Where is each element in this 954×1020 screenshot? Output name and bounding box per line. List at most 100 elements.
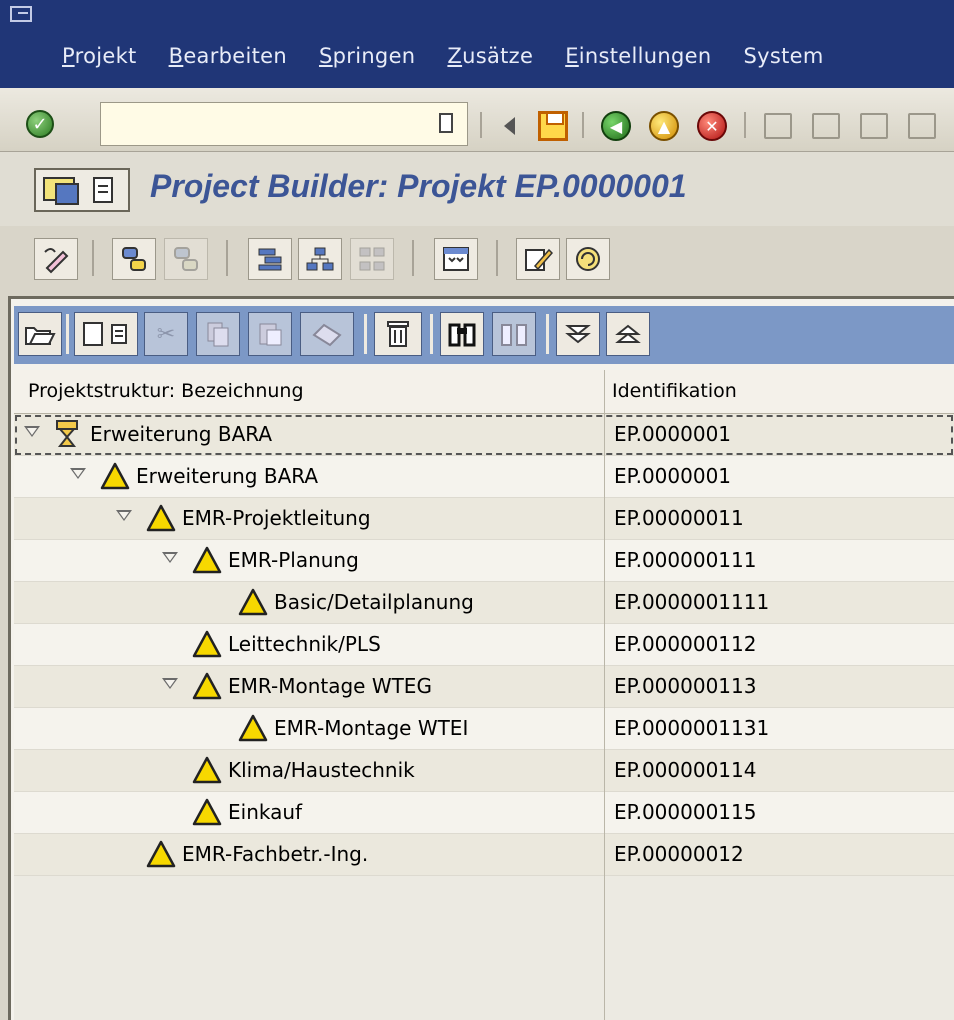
- tree-row-label[interactable]: Einkauf: [228, 800, 302, 824]
- warning-icon: [192, 546, 222, 574]
- tree-row-label[interactable]: EMR-Montage WTEG: [228, 674, 432, 698]
- copy-icon: [207, 322, 229, 347]
- toolbar-separator: [412, 240, 414, 276]
- command-field[interactable]: [100, 102, 468, 146]
- warning-icon: [192, 756, 222, 784]
- tree-row-label[interactable]: Erweiterung BARA: [90, 422, 272, 446]
- expand-toggle-icon[interactable]: [24, 426, 40, 437]
- delete-icon: [387, 321, 409, 347]
- tree-row-label[interactable]: Erweiterung BARA: [136, 464, 318, 488]
- enter-button[interactable]: ✓: [18, 104, 62, 144]
- delete-button[interactable]: [374, 312, 422, 356]
- find-button[interactable]: [806, 108, 846, 144]
- screen-menu-icon: [43, 177, 113, 205]
- cut-icon: ✂: [156, 321, 176, 347]
- tree-row-identification: EP.000000113: [614, 674, 757, 698]
- table-header: Projektstruktur: Bezeichnung Identifikat…: [14, 370, 954, 414]
- new-button[interactable]: [74, 312, 138, 356]
- exit-icon: ▲: [649, 111, 679, 141]
- back-button[interactable]: ◀: [596, 108, 636, 144]
- edit-button[interactable]: [516, 238, 560, 280]
- change-display-button[interactable]: [34, 238, 78, 280]
- tree-row-label[interactable]: Klima/Haustechnik: [228, 758, 415, 782]
- warning-icon: [192, 630, 222, 658]
- command-history-icon[interactable]: [439, 113, 453, 133]
- print-icon: [764, 113, 792, 139]
- find-next-button[interactable]: [854, 108, 894, 144]
- menu-item-bearbeiten[interactable]: Bearbeiten: [169, 44, 287, 68]
- find-button[interactable]: [440, 312, 484, 356]
- edit-icon: [525, 248, 553, 271]
- find-next-button[interactable]: [492, 312, 536, 356]
- menu-item-einstellungen[interactable]: Einstellungen: [565, 44, 711, 68]
- collapse-icon: [615, 324, 641, 343]
- toolbar-separator: [364, 314, 367, 354]
- menu-item-zusaetze[interactable]: Zusätze: [447, 44, 533, 68]
- warning-icon: [146, 840, 176, 868]
- refresh-button[interactable]: [566, 238, 610, 280]
- tree-row-label[interactable]: EMR-Planung: [228, 548, 359, 572]
- tree-row[interactable]: Basic/Detailplanung EP.0000001111: [14, 582, 954, 624]
- page-title: Project Builder: Projekt EP.0000001: [150, 168, 687, 204]
- tree-row[interactable]: EMR-Projektleitung EP.00000011: [14, 498, 954, 540]
- column-header-identification[interactable]: Identifikation: [612, 380, 737, 402]
- tree-row-identification: EP.000000115: [614, 800, 757, 824]
- expand-toggle-icon[interactable]: [162, 552, 178, 563]
- worklist-icon: [122, 247, 146, 271]
- tree-row-label[interactable]: Basic/Detailplanung: [274, 590, 474, 614]
- change-display-icon: [44, 248, 69, 274]
- exit-button[interactable]: ▲: [644, 108, 684, 144]
- first-page-button[interactable]: [902, 108, 942, 144]
- undo-icon: [312, 323, 342, 347]
- toolbar-separator: [66, 314, 69, 354]
- expand-toggle-icon[interactable]: [116, 510, 132, 521]
- tree-row-label[interactable]: EMR-Montage WTEI: [274, 716, 468, 740]
- tree-row[interactable]: EMR-Montage WTEG EP.000000113: [14, 666, 954, 708]
- tree-row-label[interactable]: EMR-Projektleitung: [182, 506, 371, 530]
- expand-toggle-icon[interactable]: [70, 468, 86, 479]
- templates-button[interactable]: [164, 238, 208, 280]
- hierarchy-button[interactable]: [298, 238, 342, 280]
- system-menu-icon[interactable]: [10, 6, 32, 22]
- save-button[interactable]: [534, 108, 572, 144]
- back-triangle-icon: [503, 117, 515, 135]
- copy-button[interactable]: [196, 312, 240, 356]
- tree-row[interactable]: Erweiterung BARA EP.0000001: [14, 414, 954, 456]
- tree-row[interactable]: EMR-Montage WTEI EP.0000001131: [14, 708, 954, 750]
- tree-row[interactable]: Erweiterung BARA EP.0000001: [14, 456, 954, 498]
- print-button[interactable]: [758, 108, 798, 144]
- structure-button[interactable]: [248, 238, 292, 280]
- tree-row[interactable]: EMR-Planung EP.000000111: [14, 540, 954, 582]
- cancel-button[interactable]: ✕: [692, 108, 732, 144]
- worklist-button[interactable]: [112, 238, 156, 280]
- paste-button[interactable]: [248, 312, 292, 356]
- tree-row[interactable]: Einkauf EP.000000115: [14, 792, 954, 834]
- back-triangle-button[interactable]: [494, 108, 524, 144]
- open-button[interactable]: [18, 312, 62, 356]
- screen-menu-button[interactable]: [34, 168, 130, 212]
- tree-row-label[interactable]: EMR-Fachbetr.-Ing.: [182, 842, 368, 866]
- tree-row[interactable]: EMR-Fachbetr.-Ing. EP.00000012: [14, 834, 954, 876]
- tree-row[interactable]: Leittechnik/PLS EP.000000112: [14, 624, 954, 666]
- overview-button[interactable]: [434, 238, 478, 280]
- menu-item-projekt[interactable]: Projekt: [62, 44, 137, 68]
- menu-item-springen[interactable]: Springen: [319, 44, 415, 68]
- paste-icon: [259, 323, 282, 346]
- expand-button[interactable]: [556, 312, 600, 356]
- toolbar-separator: [92, 240, 94, 276]
- network-button[interactable]: [350, 238, 394, 280]
- command-input[interactable]: [101, 103, 421, 145]
- collapse-button[interactable]: [606, 312, 650, 356]
- undo-button[interactable]: [300, 312, 354, 356]
- tree-row-label[interactable]: Leittechnik/PLS: [228, 632, 381, 656]
- column-header-description[interactable]: Projektstruktur: Bezeichnung: [28, 380, 304, 402]
- menu-item-system[interactable]: System: [743, 44, 823, 68]
- cut-button[interactable]: ✂: [144, 312, 188, 356]
- tree-row[interactable]: Klima/Haustechnik EP.000000114: [14, 750, 954, 792]
- toolbar-separator: [744, 112, 746, 138]
- menu-items: Projekt Bearbeiten Springen Zusätze Eins…: [62, 44, 856, 68]
- tree-row-identification: EP.00000012: [614, 842, 744, 866]
- warning-icon: [146, 504, 176, 532]
- column-divider[interactable]: [604, 370, 605, 1020]
- expand-toggle-icon[interactable]: [162, 678, 178, 689]
